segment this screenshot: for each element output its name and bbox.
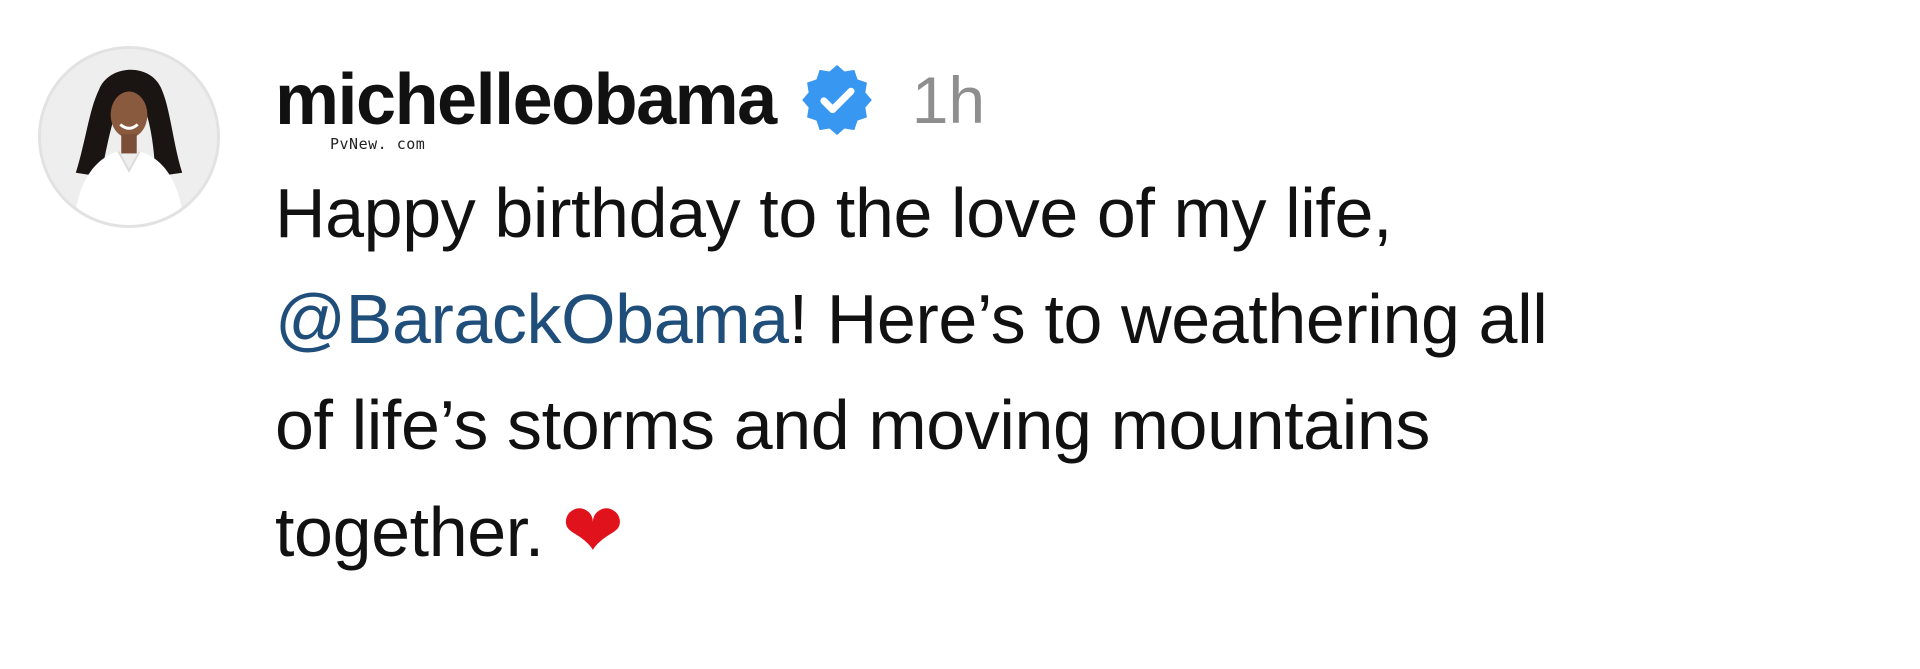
caption-line-2: @BarackObama! Here’s to weathering all <box>275 266 1915 372</box>
caption-text: Happy birthday to the love of my life, @… <box>275 160 1915 585</box>
avatar-photo <box>41 49 217 225</box>
caption-line-1: Happy birthday to the love of my life, <box>275 174 1393 252</box>
username-link[interactable]: michelleobama <box>275 59 777 141</box>
post-comment: PvNew. com michelleobama 1h Happy birthd… <box>0 0 1920 669</box>
caption-line-4-text: together. <box>275 493 544 571</box>
verified-badge-icon <box>801 65 872 135</box>
post-header: michelleobama 1h <box>275 55 985 145</box>
caption-line-3: of life’s storms and moving mountains <box>275 386 1430 464</box>
heart-emoji-icon: ❤ <box>561 489 624 572</box>
avatar[interactable] <box>38 46 220 228</box>
caption-line-4: together. ❤ <box>275 478 1915 585</box>
mention-link[interactable]: @BarackObama <box>275 280 789 358</box>
post-timestamp[interactable]: 1h <box>912 62 985 138</box>
caption-line-2-text: ! Here’s to weathering all <box>788 280 1548 358</box>
